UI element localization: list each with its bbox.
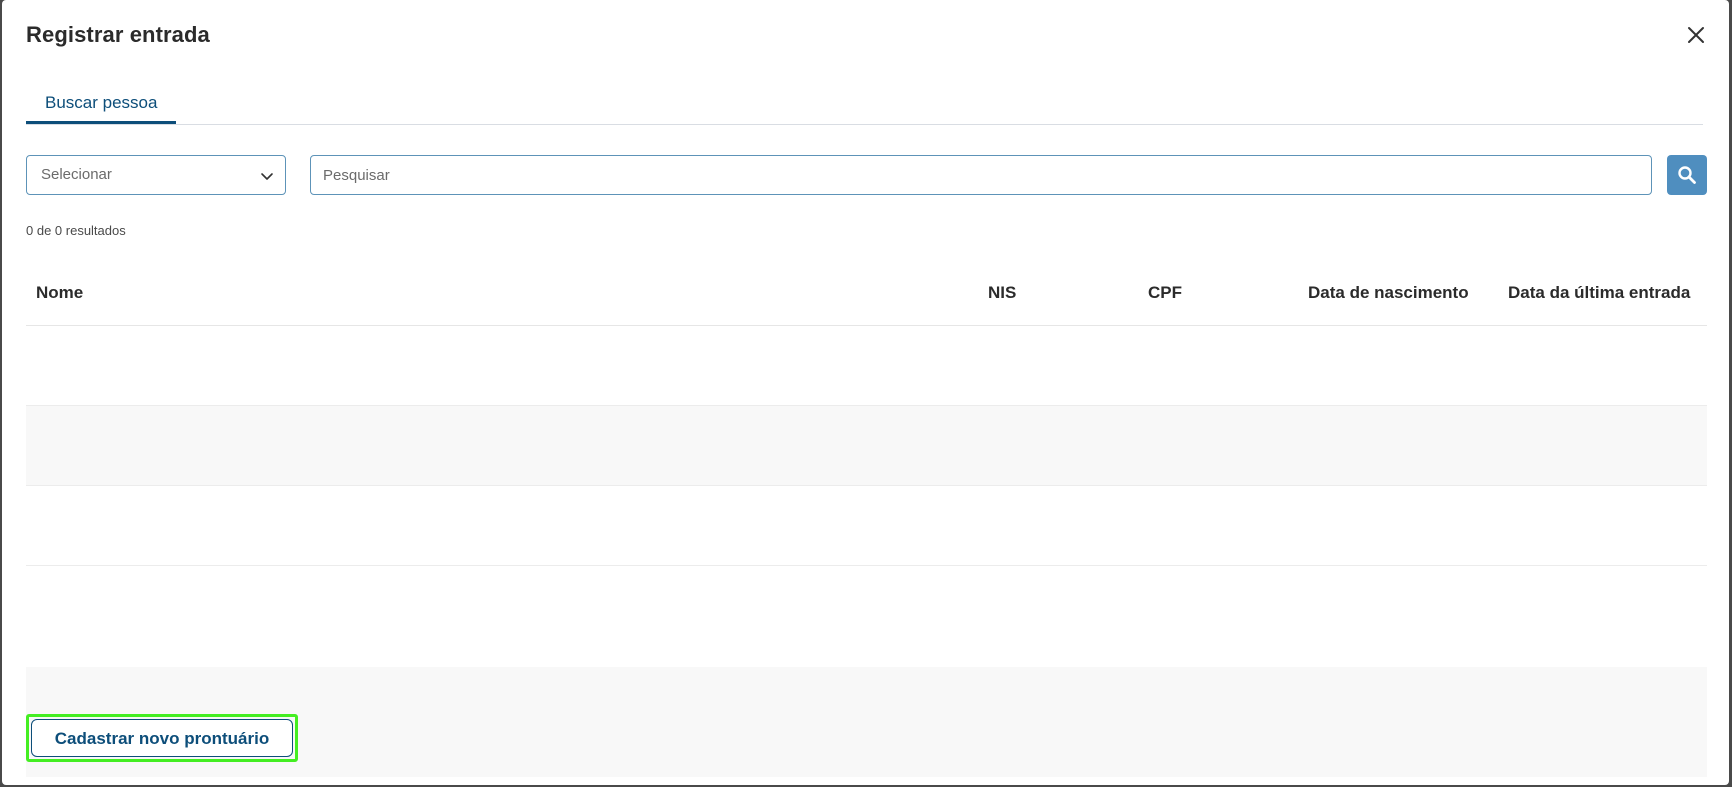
column-header-data-ultima-entrada: Data da última entrada bbox=[1508, 283, 1691, 302]
column-header-data-nascimento: Data de nascimento bbox=[1308, 283, 1469, 302]
chevron-down-icon bbox=[261, 173, 273, 180]
results-table: Nome NIS CPF Data de nascimento Data da … bbox=[26, 265, 1707, 669]
tab-bar: Buscar pessoa bbox=[26, 88, 1703, 125]
new-record-button[interactable]: Cadastrar novo prontuário bbox=[26, 714, 298, 762]
search-icon bbox=[1678, 166, 1696, 184]
modal-title: Registrar entrada bbox=[26, 22, 210, 47]
column-header-nis: NIS bbox=[988, 283, 1017, 302]
new-record-button-label: Cadastrar novo prontuário bbox=[31, 719, 293, 757]
tab-buscar-pessoa[interactable]: Buscar pessoa bbox=[26, 88, 177, 124]
select-placeholder: Selecionar bbox=[41, 166, 112, 183]
close-button[interactable] bbox=[1683, 22, 1709, 48]
search-input[interactable] bbox=[310, 155, 1652, 195]
results-count: 0 de 0 resultados bbox=[26, 223, 126, 238]
table-row bbox=[26, 406, 1707, 486]
search-type-select[interactable]: Selecionar bbox=[26, 155, 286, 195]
search-button[interactable] bbox=[1667, 155, 1707, 195]
table-header: Nome NIS CPF Data de nascimento Data da … bbox=[26, 265, 1707, 326]
register-entry-modal: Registrar entrada Buscar pessoa Selecion… bbox=[2, 0, 1729, 785]
column-header-cpf: CPF bbox=[1148, 283, 1182, 302]
column-header-nome: Nome bbox=[36, 283, 84, 302]
table-row bbox=[26, 486, 1707, 566]
table-row bbox=[26, 326, 1707, 406]
close-icon bbox=[1688, 27, 1704, 43]
table-row bbox=[26, 566, 1707, 669]
